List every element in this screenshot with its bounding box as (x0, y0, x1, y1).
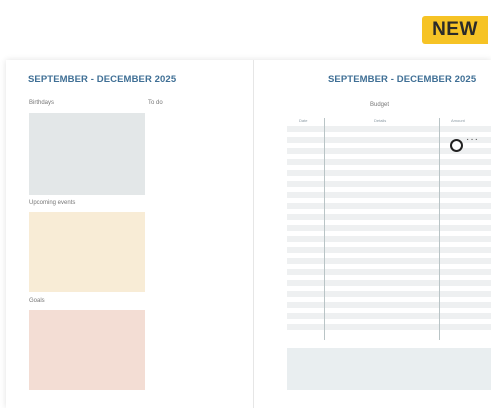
budget-table (287, 118, 491, 340)
dotted-line-icon: ··· (466, 134, 479, 145)
budget-row (287, 258, 491, 264)
budget-row (287, 214, 491, 220)
budget-row (287, 269, 491, 275)
budget-row (287, 159, 491, 165)
budget-notes-box (287, 348, 491, 390)
birthdays-block (29, 113, 145, 195)
budget-row (287, 236, 491, 242)
budget-row (287, 126, 491, 132)
binder-ring-icon (450, 139, 463, 152)
page-divider (253, 60, 254, 408)
budget-row (287, 313, 491, 319)
budget-row (287, 225, 491, 231)
budget-column-divider (439, 118, 440, 340)
budget-row (287, 247, 491, 253)
budget-row (287, 280, 491, 286)
budget-row (287, 170, 491, 176)
budget-row (287, 291, 491, 297)
upcoming-events-label: Upcoming events (29, 200, 76, 206)
budget-label: Budget (370, 102, 390, 108)
birthdays-label: Birthdays (29, 100, 55, 106)
budget-row (287, 203, 491, 209)
budget-column-divider (324, 118, 325, 340)
new-badge: NEW (422, 16, 488, 44)
budget-row (287, 302, 491, 308)
goals-label: Goals (29, 298, 45, 304)
budget-row (287, 181, 491, 187)
right-page-title: SEPTEMBER - DECEMBER 2025 (328, 74, 477, 85)
budget-row (287, 192, 491, 198)
upcoming-events-block (29, 212, 145, 292)
goals-block (29, 310, 145, 390)
budget-row (287, 324, 491, 330)
left-page-title: SEPTEMBER - DECEMBER 2025 (28, 74, 177, 85)
todo-label: To do (148, 100, 163, 106)
